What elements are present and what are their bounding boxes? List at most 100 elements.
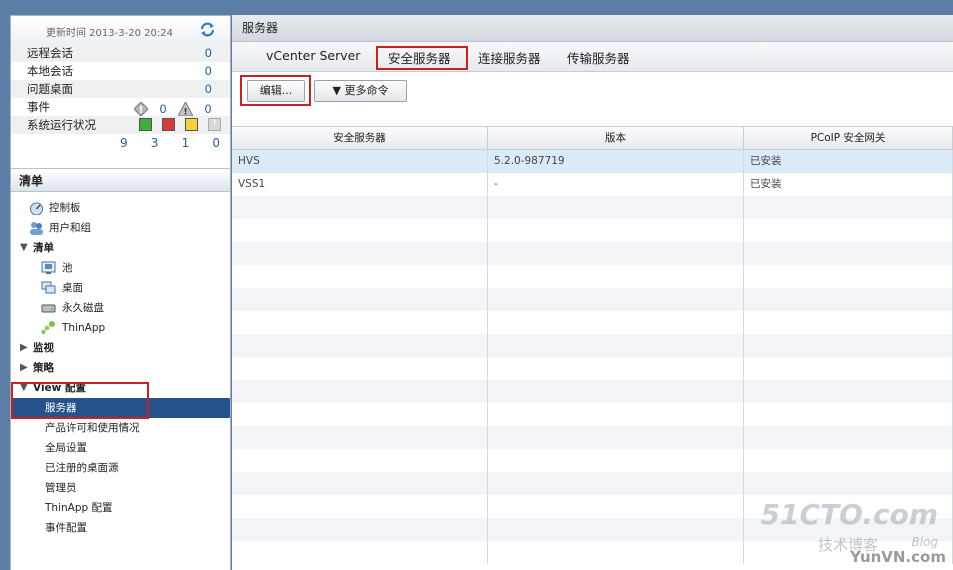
nav-users-groups[interactable]: 用户和组 bbox=[11, 218, 230, 238]
local-sessions-value[interactable]: 0 bbox=[205, 62, 212, 80]
disk-icon bbox=[41, 304, 56, 313]
watermark: 51CTO.com 技术博客 Blog YunVN.com bbox=[761, 498, 950, 568]
watermark-blog: Blog bbox=[911, 535, 938, 549]
column-header-version[interactable]: 版本 bbox=[488, 127, 744, 149]
nav-dashboard[interactable]: 控制板 bbox=[11, 198, 230, 218]
nav-label: ThinApp bbox=[62, 322, 106, 334]
stats-header: 更新时间 2013-3-20 20:24 bbox=[11, 16, 230, 44]
nav-label: 全局设置 bbox=[45, 442, 87, 454]
nav-persistent-disks[interactable]: 永久磁盘 bbox=[11, 298, 230, 318]
empty-row bbox=[232, 426, 953, 449]
nav-label: 服务器 bbox=[45, 402, 77, 414]
nav-event-config[interactable]: 事件配置 bbox=[11, 518, 230, 538]
refresh-icon[interactable] bbox=[199, 21, 216, 38]
health-warning-count[interactable]: 1 bbox=[182, 136, 190, 150]
watermark-yunvn: YunVN.com bbox=[850, 548, 946, 566]
error-icon: ! bbox=[134, 102, 148, 116]
nav-label: 已注册的桌面源 bbox=[45, 462, 119, 474]
local-sessions-label: 本地会话 bbox=[27, 64, 73, 78]
edit-button[interactable]: 编辑... bbox=[247, 80, 305, 102]
events-row[interactable]: 事件 ! 0 ! 0 bbox=[11, 98, 230, 116]
nav-label: View 配置 bbox=[33, 382, 87, 394]
collapsed-caret-icon[interactable]: ▶ bbox=[20, 338, 28, 358]
nav-section-view-config[interactable]: ▼ View 配置 bbox=[11, 378, 230, 398]
desktop-icon bbox=[41, 281, 56, 294]
cell-pcoip: 已安装 bbox=[744, 150, 953, 173]
more-commands-button[interactable]: ▼ 更多命令 bbox=[314, 80, 407, 102]
nav-product-licensing[interactable]: 产品许可和使用情况 bbox=[11, 418, 230, 438]
dashboard-icon bbox=[30, 202, 43, 215]
svg-text:!: ! bbox=[183, 108, 187, 117]
update-time: 更新时间 2013-3-20 20:24 bbox=[46, 28, 173, 39]
dropdown-arrow-icon: ▼ bbox=[332, 84, 341, 97]
health-unknown-count[interactable]: 0 bbox=[212, 136, 220, 150]
empty-row bbox=[232, 196, 953, 219]
nav-label: 用户和组 bbox=[49, 222, 91, 234]
nav-global-settings[interactable]: 全局设置 bbox=[11, 438, 230, 458]
empty-row bbox=[232, 334, 953, 357]
more-commands-label: 更多命令 bbox=[344, 84, 389, 97]
nav-label: 桌面 bbox=[62, 282, 83, 294]
tab-security-servers[interactable]: 安全服务器 bbox=[388, 48, 451, 67]
empty-row bbox=[232, 449, 953, 472]
nav-label: ThinApp 配置 bbox=[45, 502, 113, 514]
column-header-server[interactable]: 安全服务器 bbox=[232, 127, 488, 149]
remote-sessions-label: 远程会话 bbox=[27, 46, 73, 60]
nav-label: 永久磁盘 bbox=[62, 302, 104, 314]
health-ok-icon bbox=[139, 118, 152, 131]
tab-bar: vCenter Server 安全服务器 连接服务器 传输服务器 bbox=[232, 42, 953, 72]
health-error-count[interactable]: 3 bbox=[151, 136, 159, 150]
empty-row bbox=[232, 288, 953, 311]
column-header-pcoip[interactable]: PCoIP 安全网关 bbox=[744, 127, 953, 149]
local-sessions-row[interactable]: 本地会话 0 bbox=[11, 62, 230, 80]
health-warning-icon bbox=[185, 118, 198, 131]
nav-registered-desktop-sources[interactable]: 已注册的桌面源 bbox=[11, 458, 230, 478]
collapsed-caret-icon[interactable]: ▶ bbox=[20, 358, 28, 378]
health-indicators: ? bbox=[139, 118, 221, 131]
nav-section-monitoring[interactable]: ▶ 监视 bbox=[11, 338, 230, 358]
remote-sessions-value[interactable]: 0 bbox=[205, 44, 212, 62]
cell-pcoip: 已安装 bbox=[744, 173, 953, 196]
nav-label: 监视 bbox=[33, 342, 54, 354]
nav-administrators[interactable]: 管理员 bbox=[11, 478, 230, 498]
nav-thinapp-config[interactable]: ThinApp 配置 bbox=[11, 498, 230, 518]
page-title: 服务器 bbox=[232, 15, 953, 42]
problem-desktops-value[interactable]: 0 bbox=[205, 80, 212, 98]
nav-label: 管理员 bbox=[45, 482, 77, 494]
empty-row bbox=[232, 265, 953, 288]
health-unknown-icon: ? bbox=[208, 118, 221, 131]
expanded-caret-icon[interactable]: ▼ bbox=[20, 378, 28, 398]
toolbar: 编辑... ▼ 更多命令 bbox=[232, 72, 953, 110]
empty-row bbox=[232, 219, 953, 242]
health-ok-count[interactable]: 9 bbox=[120, 136, 128, 150]
svg-text:!: ! bbox=[139, 105, 144, 116]
main-panel: 服务器 vCenter Server 安全服务器 连接服务器 传输服务器 编辑.… bbox=[232, 15, 953, 570]
tab-vcenter-server[interactable]: vCenter Server bbox=[266, 48, 360, 63]
empty-row bbox=[232, 472, 953, 495]
remote-sessions-row[interactable]: 远程会话 0 bbox=[11, 44, 230, 62]
nav-section-inventory[interactable]: ▼ 清单 bbox=[11, 238, 230, 258]
tab-connection-servers[interactable]: 连接服务器 bbox=[478, 48, 541, 67]
problem-desktops-label: 问题桌面 bbox=[27, 82, 73, 96]
system-health-row: 系统运行状况 ? bbox=[11, 116, 230, 134]
expanded-caret-icon[interactable]: ▼ bbox=[20, 238, 28, 258]
health-error-icon bbox=[162, 118, 175, 131]
nav-label: 清单 bbox=[33, 242, 54, 254]
nav-label: 事件配置 bbox=[45, 522, 87, 534]
problem-desktops-row[interactable]: 问题桌面 0 bbox=[11, 80, 230, 98]
table-row[interactable]: VSS1 - 已安装 bbox=[232, 173, 953, 196]
table-row[interactable]: HVS 5.2.0-987719 已安装 bbox=[232, 150, 953, 173]
tab-transfer-servers[interactable]: 传输服务器 bbox=[567, 48, 630, 67]
inventory-title: 清单 bbox=[11, 168, 230, 192]
watermark-site: 51CTO.com bbox=[760, 498, 938, 531]
nav-section-policies[interactable]: ▶ 策略 bbox=[11, 358, 230, 378]
nav-thinapp[interactable]: ThinApp bbox=[11, 318, 230, 338]
cell-server: HVS bbox=[232, 150, 488, 173]
inventory-nav: 控制板 用户和组 ▼ 清单 池 桌面 永久磁盘 ThinApp ▶ 监视 ▶ 策… bbox=[11, 198, 230, 538]
warning-icon: ! bbox=[178, 102, 193, 116]
nav-pools[interactable]: 池 bbox=[11, 258, 230, 278]
empty-row bbox=[232, 380, 953, 403]
nav-desktops[interactable]: 桌面 bbox=[11, 278, 230, 298]
empty-row bbox=[232, 242, 953, 265]
nav-servers[interactable]: 服务器 bbox=[11, 398, 230, 418]
